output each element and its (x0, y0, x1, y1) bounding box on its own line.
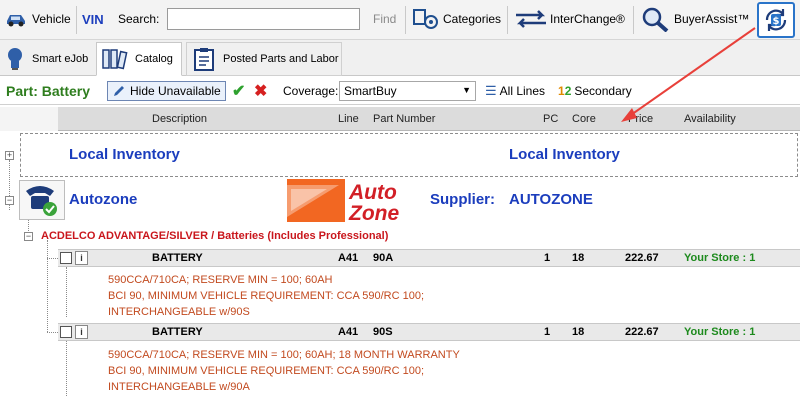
arrow-annotation (621, 27, 756, 122)
